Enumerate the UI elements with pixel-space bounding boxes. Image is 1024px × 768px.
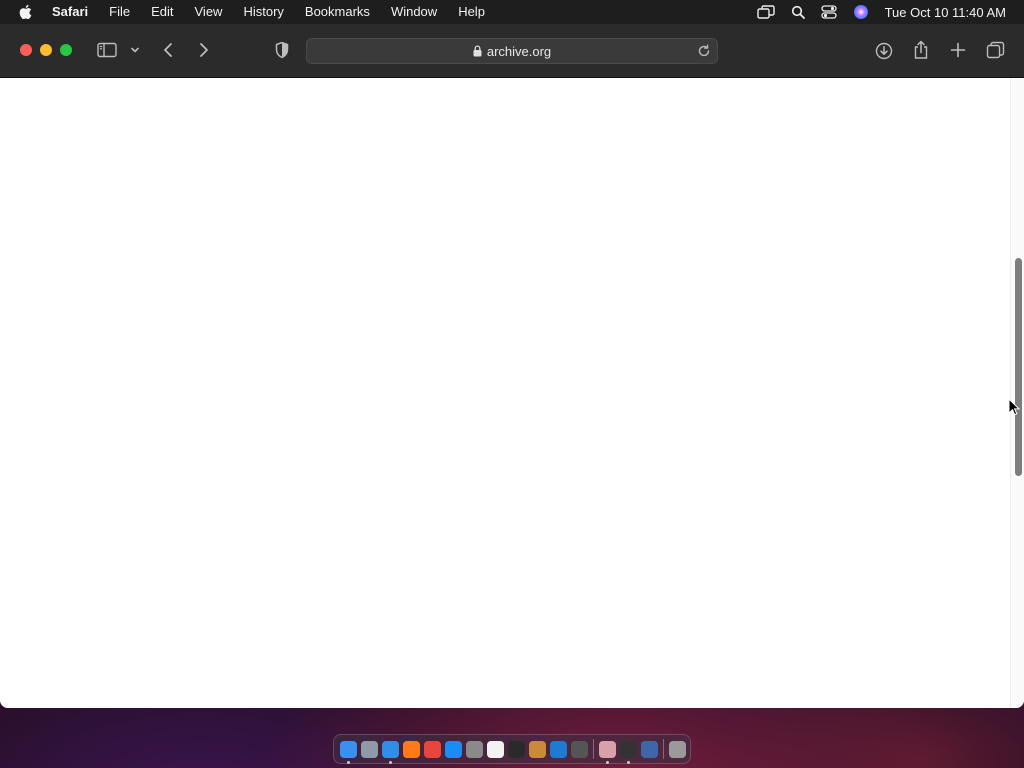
vertical-scrollbar[interactable]	[1010, 78, 1024, 708]
dock-separator	[593, 739, 594, 759]
dock-separator	[663, 739, 664, 759]
address-bar[interactable]: archive.org	[306, 38, 718, 64]
trash-icon[interactable]	[669, 740, 686, 758]
window-controls	[20, 44, 80, 56]
new-tab-icon[interactable]	[950, 42, 966, 58]
lock-icon	[473, 45, 482, 57]
menu-edit[interactable]: Edit	[151, 0, 173, 24]
system-settings-icon[interactable]	[466, 740, 483, 758]
firefox-icon[interactable]	[403, 740, 420, 758]
finder-icon[interactable]	[340, 740, 357, 764]
menu-clock[interactable]: Tue Oct 10 11:40 AM	[885, 5, 1006, 20]
menu-file[interactable]: File	[109, 0, 130, 24]
preview-icon[interactable]	[599, 740, 616, 764]
url-text: archive.org	[486, 43, 552, 59]
page-content[interactable]	[0, 78, 1024, 708]
privacy-shield-icon[interactable]	[274, 41, 290, 59]
menu-window[interactable]: Window	[391, 0, 437, 24]
safari-window: archive.org	[0, 24, 1024, 708]
menu-view[interactable]: View	[195, 0, 223, 24]
dock	[333, 734, 691, 764]
running-indicator	[606, 760, 609, 764]
safari-icon[interactable]	[382, 740, 399, 764]
menu-bar: Safari File Edit View History Bookmarks …	[0, 0, 1024, 24]
running-indicator	[389, 760, 392, 764]
back-icon[interactable]	[162, 42, 174, 58]
app-store-icon[interactable]	[445, 740, 462, 758]
forward-icon[interactable]	[198, 42, 210, 58]
screen-mirroring-icon[interactable]	[756, 5, 775, 19]
running-indicator	[627, 760, 630, 764]
menu-history[interactable]: History	[243, 0, 283, 24]
browser-toolbar: archive.org	[0, 24, 1024, 78]
scrollbar-thumb[interactable]	[1015, 258, 1022, 476]
menu-bookmarks[interactable]: Bookmarks	[305, 0, 370, 24]
chevron-down-icon[interactable]	[130, 46, 140, 54]
close-window-button[interactable]	[20, 44, 32, 56]
textedit-icon[interactable]	[487, 740, 504, 758]
virtualbox-icon[interactable]	[641, 740, 658, 758]
downloads-icon[interactable]	[875, 42, 893, 60]
sidebar-icon[interactable]	[97, 42, 117, 58]
running-indicator	[347, 760, 350, 764]
minimize-window-button[interactable]	[40, 44, 52, 56]
spotlight-search-icon[interactable]	[791, 5, 805, 19]
menu-help[interactable]: Help	[458, 0, 485, 24]
siri-icon[interactable]	[853, 4, 869, 20]
help-icon[interactable]	[571, 740, 588, 758]
menu-app-safari[interactable]: Safari	[52, 0, 88, 24]
tab-overview-icon[interactable]	[986, 41, 1005, 59]
share-icon[interactable]	[913, 40, 929, 60]
chrome-icon[interactable]	[424, 740, 441, 758]
vscode-icon[interactable]	[550, 740, 567, 758]
launchpad-icon[interactable]	[361, 740, 378, 758]
terminal-icon[interactable]	[508, 740, 525, 758]
apple-menu-icon[interactable]	[18, 4, 36, 20]
piano-icon[interactable]	[620, 740, 637, 764]
reload-icon[interactable]	[697, 44, 711, 58]
zoom-window-button[interactable]	[60, 44, 72, 56]
paintbrush-icon[interactable]	[529, 740, 546, 758]
mouse-pointer-icon	[1008, 397, 1021, 421]
control-center-icon[interactable]	[820, 5, 837, 19]
